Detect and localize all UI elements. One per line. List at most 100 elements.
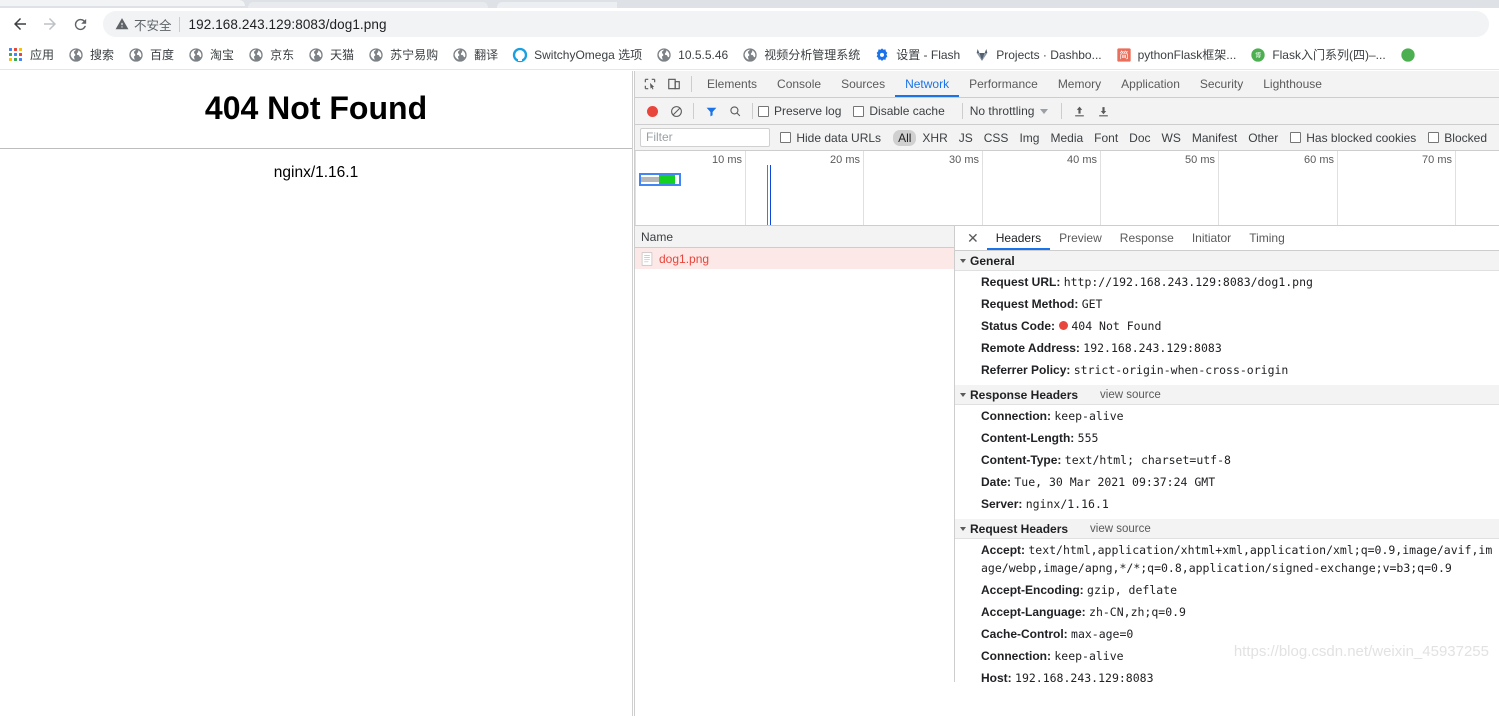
- tab-network[interactable]: Network: [895, 71, 959, 97]
- filter-type-font[interactable]: Font: [1089, 130, 1123, 146]
- header-key: Remote Address:: [981, 341, 1080, 355]
- chevron-down-icon[interactable]: [1040, 108, 1049, 114]
- blocked-checkbox[interactable]: Blocked: [1428, 131, 1487, 145]
- checkbox-box: [1428, 132, 1440, 143]
- clear-icon[interactable]: [664, 99, 688, 123]
- table-row[interactable]: dog1.png: [635, 248, 954, 269]
- bookmark-projects-dashboard[interactable]: Projects · Dashbo...: [968, 43, 1107, 67]
- address-bar[interactable]: 不安全 192.168.243.129:8083/dog1.png: [103, 11, 1489, 37]
- header-row: Accept: text/html,application/xhtml+xml,…: [955, 539, 1499, 579]
- record-button-icon[interactable]: [640, 99, 664, 123]
- timeline-selection-band[interactable]: [639, 173, 681, 186]
- forward-arrow-icon[interactable]: [35, 9, 65, 39]
- tab-lighthouse[interactable]: Lighthouse: [1253, 71, 1332, 97]
- download-segment: [659, 175, 675, 184]
- section-header-general[interactable]: General: [955, 251, 1499, 271]
- section-header-request-headers[interactable]: Request Headers view source: [955, 519, 1499, 539]
- bookmark-taobao[interactable]: 淘宝: [182, 43, 240, 67]
- search-icon[interactable]: [723, 99, 747, 123]
- header-row: Host: 192.168.243.129:8083: [955, 667, 1499, 682]
- section-header-response-headers[interactable]: Response Headers view source: [955, 385, 1499, 405]
- bookmark-ip-10-5-5-46[interactable]: 10.5.5.46: [650, 43, 734, 67]
- column-header-name[interactable]: Name: [635, 226, 954, 248]
- omnibox-divider: [178, 16, 180, 32]
- bookmark-label: 天猫: [330, 48, 355, 62]
- detail-tab-preview[interactable]: Preview: [1050, 226, 1111, 250]
- filter-type-ws[interactable]: WS: [1157, 130, 1186, 146]
- bookmark-tmall[interactable]: 天猫: [302, 43, 360, 67]
- bookmark-suning[interactable]: 苏宁易购: [362, 43, 444, 67]
- header-value: Tue, 30 Mar 2021 09:37:24 GMT: [1014, 475, 1216, 489]
- bookmark-flask-tutorial[interactable]: 博 Flask入门系列(四)–...: [1244, 43, 1391, 67]
- preserve-log-checkbox[interactable]: Preserve log: [758, 104, 841, 118]
- bookmark-overflow[interactable]: [1394, 43, 1422, 67]
- tab-console[interactable]: Console: [767, 71, 831, 97]
- network-filter-bar: Filter Hide data URLs All XHR JS CSS Img…: [635, 125, 1499, 151]
- header-row: Accept-Encoding: gzip, deflate: [955, 579, 1499, 601]
- filter-type-manifest[interactable]: Manifest: [1187, 130, 1242, 146]
- reload-icon[interactable]: [65, 9, 95, 39]
- detail-tab-initiator[interactable]: Initiator: [1183, 226, 1240, 250]
- network-overview-timeline[interactable]: 10 ms 20 ms 30 ms 40 ms 50 ms 60 ms 70 m…: [635, 151, 1499, 226]
- checkbox-box: [853, 105, 865, 117]
- divider: [0, 148, 632, 149]
- filter-type-doc[interactable]: Doc: [1124, 130, 1155, 146]
- section-title: Response Headers: [970, 387, 1079, 402]
- filter-type-js[interactable]: JS: [954, 130, 978, 146]
- filter-type-media[interactable]: Media: [1045, 130, 1088, 146]
- toolbar-divider: [961, 103, 963, 119]
- bookmark-apps[interactable]: 应用: [2, 43, 60, 67]
- tab-security[interactable]: Security: [1190, 71, 1253, 97]
- export-har-icon[interactable]: [1091, 99, 1115, 123]
- close-icon[interactable]: ✕: [959, 231, 987, 245]
- filter-type-all[interactable]: All: [893, 129, 917, 146]
- bookmark-translate[interactable]: 翻译: [446, 43, 504, 67]
- url-text: 192.168.243.129:8083/dog1.png: [188, 16, 387, 32]
- header-key: Content-Length:: [981, 431, 1075, 445]
- has-blocked-cookies-checkbox[interactable]: Has blocked cookies: [1290, 131, 1416, 145]
- browser-toolbar: 不安全 192.168.243.129:8083/dog1.png: [0, 8, 1499, 40]
- filter-input[interactable]: Filter: [640, 128, 771, 147]
- bookmark-jd[interactable]: 京东: [242, 43, 300, 67]
- back-arrow-icon[interactable]: [5, 9, 35, 39]
- header-row: Content-Length: 555: [955, 427, 1499, 449]
- detail-tab-response[interactable]: Response: [1111, 226, 1183, 250]
- bookmark-search[interactable]: 搜索: [62, 43, 120, 67]
- header-value: zh-CN,zh;q=0.9: [1089, 605, 1186, 619]
- bookmark-baidu[interactable]: 百度: [122, 43, 180, 67]
- header-key: Accept:: [981, 543, 1026, 557]
- svg-text:博: 博: [1255, 51, 1261, 59]
- filter-type-other[interactable]: Other: [1243, 130, 1283, 146]
- tab-elements[interactable]: Elements: [697, 71, 767, 97]
- header-value: nginx/1.16.1: [1025, 497, 1109, 511]
- filter-type-img[interactable]: Img: [1014, 130, 1044, 146]
- browser-tab[interactable]: [0, 0, 245, 6]
- disable-cache-checkbox[interactable]: Disable cache: [853, 104, 945, 118]
- view-source-link[interactable]: view source: [1100, 389, 1161, 401]
- headers-scroll-area[interactable]: General Request URL: http://192.168.243.…: [955, 251, 1499, 682]
- throttling-select[interactable]: No throttling: [970, 104, 1035, 118]
- header-value: http://192.168.243.129:8083/dog1.png: [1063, 275, 1313, 289]
- funnel-filter-icon[interactable]: [699, 99, 723, 123]
- inspect-element-icon[interactable]: [638, 72, 662, 96]
- bookmark-pythonflask[interactable]: 简 pythonFlask框架...: [1110, 43, 1243, 67]
- bookmark-switchyomega[interactable]: SwitchyOmega 选项: [506, 43, 648, 67]
- bookmark-video-analysis[interactable]: 视频分析管理系统: [736, 43, 866, 67]
- warning-triangle-icon: [115, 18, 129, 30]
- tab-sources[interactable]: Sources: [831, 71, 895, 97]
- header-row: Remote Address: 192.168.243.129:8083: [955, 337, 1499, 359]
- detail-tab-headers[interactable]: Headers: [987, 226, 1050, 250]
- tab-performance[interactable]: Performance: [959, 71, 1048, 97]
- header-row: Referrer Policy: strict-origin-when-cros…: [955, 359, 1499, 381]
- view-source-link[interactable]: view source: [1090, 523, 1151, 535]
- device-toolbar-icon[interactable]: [662, 72, 686, 96]
- tab-application[interactable]: Application: [1111, 71, 1190, 97]
- bookmark-flash-settings[interactable]: 设置 - Flash: [868, 43, 966, 67]
- hide-data-urls-checkbox[interactable]: Hide data URLs: [780, 131, 881, 145]
- detail-tab-timing[interactable]: Timing: [1240, 226, 1294, 250]
- filter-type-xhr[interactable]: XHR: [917, 130, 952, 146]
- network-body: Name dog1.png ✕ Headers Preview Response…: [635, 226, 1499, 682]
- tab-memory[interactable]: Memory: [1048, 71, 1111, 97]
- import-har-icon[interactable]: [1067, 99, 1091, 123]
- filter-type-css[interactable]: CSS: [979, 130, 1014, 146]
